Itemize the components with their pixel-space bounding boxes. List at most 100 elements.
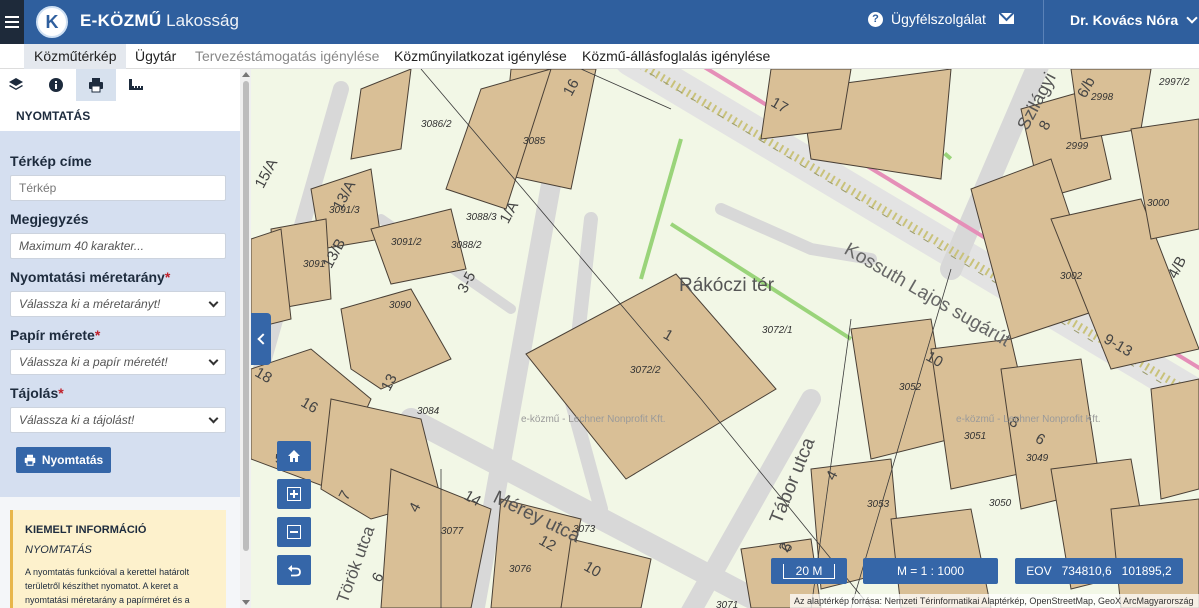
layers-icon[interactable] xyxy=(0,69,36,101)
parcel-label: 3088/3 xyxy=(466,212,497,223)
help-icon: ? xyxy=(868,11,883,27)
print-button[interactable]: Nyomtatás xyxy=(16,447,111,473)
sidebar: NYOMTATÁS Térkép címe Térkép Megjegyzés … xyxy=(0,69,240,608)
print-icon[interactable] xyxy=(76,69,116,101)
coord-label: EOV xyxy=(1026,564,1052,578)
orientation-label-text: Tájolás xyxy=(10,385,59,401)
zoom-out-button[interactable] xyxy=(277,517,311,547)
main-nav: Közműtérkép Ügytár Tervezéstámogatás igé… xyxy=(0,44,1199,69)
parcel-label: 3090 xyxy=(389,300,412,311)
parcel-label: 3086/2 xyxy=(421,119,452,130)
scale-select[interactable]: Válassza ki a méretarányt! xyxy=(10,291,226,317)
required-mark: * xyxy=(58,385,64,401)
scale-bar: 20 M xyxy=(771,558,847,584)
support-link[interactable]: ? Ügyfélszolgálat xyxy=(868,11,986,27)
map-svg xyxy=(251,69,1199,608)
measure-icon[interactable] xyxy=(116,69,156,101)
sidebar-scrollbar[interactable] xyxy=(240,69,251,608)
user-menu[interactable]: Dr. Kovács Nóra xyxy=(1070,12,1198,28)
parcel-label: 2999 xyxy=(1066,141,1089,152)
paper-select-value: Válassza ki a papír méretét! xyxy=(19,355,168,369)
orientation-select[interactable]: Válassza ki a tájolást! xyxy=(10,407,226,433)
zoom-in-button[interactable] xyxy=(277,479,311,509)
tab-ugytar[interactable]: Ügytár xyxy=(125,44,186,69)
undo-icon xyxy=(288,565,301,577)
home-button[interactable] xyxy=(277,441,311,471)
tab-kozmunyilatkozat[interactable]: Közműnyilatkozat igénylése xyxy=(384,44,577,69)
print-button-label: Nyomtatás xyxy=(41,453,104,467)
scroll-up-icon[interactable] xyxy=(242,72,250,77)
parcel-label: 3077 xyxy=(441,526,464,537)
scale-label: Nyomtatási méretarány* xyxy=(10,269,230,285)
print-icon xyxy=(24,454,36,466)
place-name: Rákóczi tér xyxy=(679,275,775,296)
tab-kozmuterkep[interactable]: Közműtérkép xyxy=(24,44,127,69)
parcel-label: 3084 xyxy=(417,406,440,417)
map-title-input[interactable]: Térkép xyxy=(10,175,226,201)
scale-ratio[interactable]: M = 1 : 1000 xyxy=(863,558,998,584)
app-header: K E-KÖZMŰ Lakosság ? Ügyfélszolgálat Dr.… xyxy=(0,0,1199,44)
required-mark: * xyxy=(94,327,101,343)
info-heading: KIEMELT INFORMÁCIÓ xyxy=(25,524,147,536)
map-title-label: Térkép címe xyxy=(10,153,92,169)
coord-x: 734810,6 xyxy=(1061,564,1112,578)
parcel-label: 3051 xyxy=(964,431,987,442)
parcel-label: 3072/1 xyxy=(762,325,793,336)
mail-icon[interactable] xyxy=(999,13,1014,24)
tab-tervezestamogatas[interactable]: Tervezéstámogatás igénylése xyxy=(185,44,389,69)
collapse-sidebar-button[interactable] xyxy=(251,313,271,365)
plus-icon xyxy=(287,487,301,501)
map-attribution: Az alaptérkép forrása: Nemzeti Térinform… xyxy=(790,594,1199,608)
menu-icon[interactable] xyxy=(0,0,24,44)
scale-bar-label: 20 M xyxy=(782,563,836,579)
parcel-label: 3072/2 xyxy=(630,365,661,376)
parcel-label: 2997/2 xyxy=(1159,77,1190,88)
undo-button[interactable] xyxy=(277,555,311,585)
info-subheading: NYOMTATÁS xyxy=(25,544,92,556)
info-box: KIEMELT INFORMÁCIÓ NYOMTATÁS A nyomtatás… xyxy=(10,510,226,608)
parcel-label: 3002 xyxy=(1060,271,1083,282)
map-canvas[interactable]: Rákóczi tér Kossuth Lajos sugárút Mérey … xyxy=(251,69,1199,608)
note-input[interactable]: Maximum 40 karakter... xyxy=(10,233,226,259)
parcel-label: 3049 xyxy=(1026,453,1049,464)
logo[interactable]: K xyxy=(36,6,68,38)
coordinates-display: EOV 734810,6 101895,2 xyxy=(1015,558,1183,584)
home-icon xyxy=(288,450,300,462)
paper-label-text: Papír mérete xyxy=(10,327,95,343)
sidebar-toolbar xyxy=(0,69,240,101)
tab-kozmu-allasfoglalas[interactable]: Közmű-állásfoglalás igénylése xyxy=(572,44,780,69)
coord-y: 101895,2 xyxy=(1121,564,1172,578)
minus-icon xyxy=(287,525,301,539)
brand-suffix: Lakosság xyxy=(166,11,239,30)
scale-label-text: Nyomtatási méretarány xyxy=(10,269,165,285)
scrollbar-thumb[interactable] xyxy=(243,81,249,551)
app-title: E-KÖZMŰ Lakosság xyxy=(80,11,239,31)
parcel-label: 2998 xyxy=(1091,92,1114,103)
user-name: Dr. Kovács Nóra xyxy=(1070,12,1179,28)
paper-select[interactable]: Válassza ki a papír méretét! xyxy=(10,349,226,375)
parcel-label: 3071 xyxy=(716,600,739,608)
chevron-down-icon xyxy=(1186,12,1198,24)
parcel-label: 3000 xyxy=(1147,198,1170,209)
watermark: e-közmű - Lechner Nonprofit Kft. xyxy=(521,414,666,425)
watermark: e-közmű - Lechner Nonprofit Kft. xyxy=(956,414,1101,425)
parcel-label: 3053 xyxy=(867,499,890,510)
header-divider xyxy=(1043,0,1044,44)
required-mark: * xyxy=(164,269,171,285)
paper-label: Papír mérete* xyxy=(10,327,230,343)
chevron-down-icon xyxy=(208,297,219,307)
info-text: A nyomtatás funkcióval a kerettel határo… xyxy=(25,567,190,605)
section-title: NYOMTATÁS xyxy=(0,101,240,131)
brand-name: E-KÖZMŰ xyxy=(80,11,162,30)
print-form: Térkép címe Térkép Megjegyzés Maximum 40… xyxy=(0,131,240,497)
scale-select-value: Válassza ki a méretarányt! xyxy=(19,297,161,311)
info-icon[interactable] xyxy=(36,69,76,101)
parcel-label: 3088/2 xyxy=(451,240,482,251)
scroll-down-icon[interactable] xyxy=(242,600,250,605)
orientation-label: Tájolás* xyxy=(10,385,230,401)
support-label: Ügyfélszolgálat xyxy=(891,11,986,27)
chevron-down-icon xyxy=(208,355,219,365)
parcel-label: 3076 xyxy=(509,564,532,575)
orientation-select-value: Válassza ki a tájolást! xyxy=(19,413,135,427)
parcel-label: 3073 xyxy=(573,524,596,535)
